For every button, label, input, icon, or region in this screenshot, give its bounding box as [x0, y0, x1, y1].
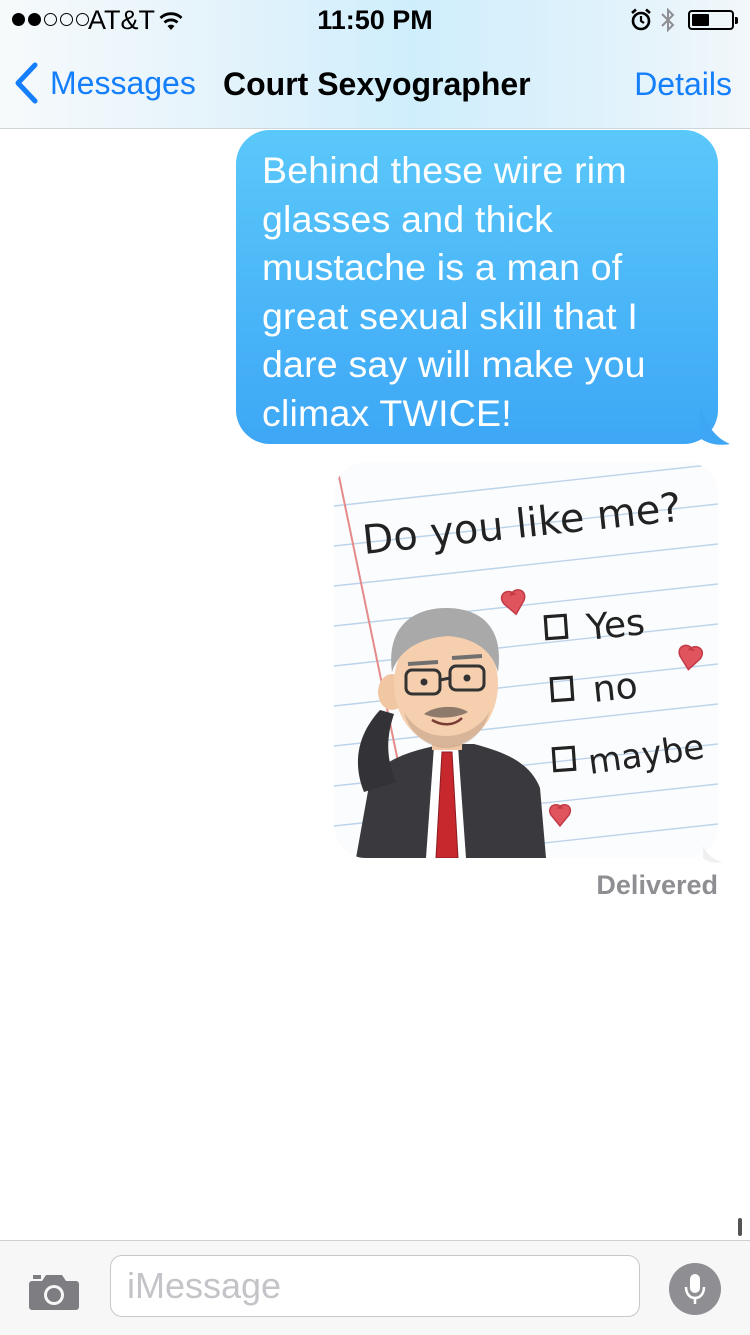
- sticker-message[interactable]: Do you like me? Yes no maybe: [334, 462, 718, 858]
- details-button[interactable]: Details: [634, 66, 732, 103]
- outgoing-message-bubble[interactable]: Behind these wire rim glasses and thick …: [236, 130, 718, 444]
- microphone-icon: [684, 1274, 706, 1304]
- delivery-status: Delivered: [596, 870, 718, 900]
- bubble-tail: [700, 404, 730, 445]
- conversation-title: Court Sexyographer: [223, 66, 531, 102]
- message-line: dare say will make you: [262, 343, 646, 385]
- battery-icon: [688, 10, 738, 30]
- sticker-option-no: no: [591, 665, 640, 710]
- sticker-option-yes: Yes: [584, 602, 647, 649]
- scroll-indicator[interactable]: [738, 1218, 742, 1236]
- message-input[interactable]: [110, 1255, 640, 1317]
- navigation-header: AT&T 11:50 PM Messages Court Sexyographe…: [0, 0, 750, 129]
- message-line: Behind these wire rim: [262, 149, 627, 191]
- battery-level: [692, 14, 709, 26]
- sticker-illustration: Do you like me? Yes no maybe: [334, 462, 718, 858]
- message-line: mustache is a man of: [262, 246, 623, 288]
- chevron-left-icon: [14, 62, 38, 104]
- back-button-label: Messages: [50, 64, 196, 101]
- camera-button[interactable]: [28, 1271, 80, 1316]
- message-line: glasses and thick: [262, 197, 554, 240]
- camera-icon: [29, 1275, 79, 1310]
- alarm-icon: [630, 8, 652, 39]
- message-line: great sexual skill that I: [262, 294, 639, 337]
- status-bar: AT&T 11:50 PM: [0, 0, 750, 40]
- message-input-bar: [0, 1240, 750, 1335]
- message-line: climax TWICE!: [262, 391, 512, 434]
- microphone-button[interactable]: [669, 1263, 721, 1315]
- bluetooth-icon: [660, 6, 676, 41]
- sticker-tail: [703, 846, 723, 863]
- back-button[interactable]: Messages: [14, 62, 196, 104]
